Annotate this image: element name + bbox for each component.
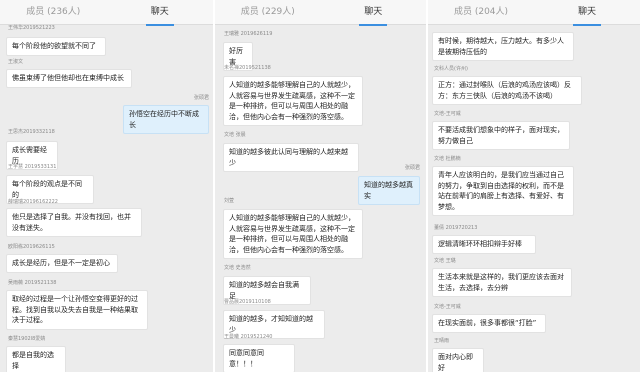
message-bubble: 成长是经历，但是不一定是初心 bbox=[6, 254, 118, 273]
sender-name: 王淑文 bbox=[8, 59, 24, 65]
message-bubble: 人知道的越多能够理解自己的人就越少，人就容易与世界发生疏离感，这种不一定是一种排… bbox=[223, 76, 363, 126]
message-bubble: 面对内心即好 bbox=[432, 348, 484, 372]
sender-name: 秦慧1902l8爱婧 bbox=[8, 336, 46, 342]
message-bubble: 知道的越多彼此认同与理解的人越来越少 bbox=[223, 143, 359, 172]
sender-name: 文培 王璐 bbox=[434, 258, 456, 264]
sender-name: 王瑞雅 2019626119 bbox=[224, 31, 273, 37]
chat-panel-3: 成员 (204人) 聊天 有时候，期待越大，压力越大。有多少人是被期待压低的 文… bbox=[428, 0, 640, 372]
message-bubble: 取经的过程是一个让孙悟空变得更好的过程。找到自我以及失去自我是一种结果取决于过程… bbox=[6, 290, 148, 330]
sender-name: 文培-王可威 bbox=[434, 111, 461, 117]
sender-name: 王晴雨 bbox=[434, 338, 450, 344]
sender-name: 曹品晨2019110108 bbox=[224, 299, 271, 305]
message-bubble: 同意同意同意！！！ bbox=[223, 344, 295, 372]
message-bubble: 都是自我的选择 bbox=[6, 346, 66, 372]
message-bubble: 不要活成我们想象中的样子，面对现实，努力做自己 bbox=[432, 121, 570, 150]
message-bubble: 青年人应该明白的，是我们应当通过自己的努力，争取到自由选择的权利，而不是站在前辈… bbox=[432, 166, 574, 216]
sender-name: 文科人员(许州) bbox=[434, 66, 468, 72]
tab-bar: 成员 (204人) 聊天 bbox=[428, 0, 640, 26]
sender-name: 张硕君 bbox=[193, 95, 209, 101]
sender-name: 王伟华2019521223 bbox=[8, 25, 55, 31]
sender-name: 董倩 2019720213 bbox=[434, 225, 478, 231]
sender-name: 文培 杜鹏楠 bbox=[434, 156, 461, 162]
chat-panel-2: 成员 (229人) 聊天 王瑞雅 2019626119 好厉害 未名禅20195… bbox=[215, 0, 426, 372]
tab-bar: 成员 (229人) 聊天 bbox=[215, 0, 427, 26]
message-bubble: 佛虽束缚了他但他却也在束缚中成长 bbox=[6, 69, 132, 88]
tab-bar: 成员 (236人) 聊天 bbox=[0, 0, 214, 26]
message-bubble: 正方：通过封喉队（后浪的鸡汤应该喝）反方：东方三侠队（后浪的鸡汤不该喝） bbox=[432, 76, 582, 105]
sender-name: 刘萱 bbox=[224, 198, 235, 204]
tab-chat[interactable]: 聊天 bbox=[321, 0, 427, 26]
message-bubble: 逻辑清晰环环相扣辩手好棒 bbox=[432, 235, 536, 254]
sender-name: 薛瑞瑞20196162222 bbox=[8, 199, 58, 205]
tab-chat[interactable]: 聊天 bbox=[107, 0, 214, 26]
sender-name: 张硕君 bbox=[404, 165, 420, 171]
sender-name: 王宇慧 2019533131 bbox=[8, 164, 57, 170]
sender-name: 文培 张晨 bbox=[224, 132, 246, 138]
own-message-bubble: 知道的越多越真实 bbox=[358, 176, 420, 205]
tab-members[interactable]: 成员 (229人) bbox=[215, 0, 321, 25]
sender-name: 文培 史浩然 bbox=[224, 265, 251, 271]
message-bubble: 有时候，期待越大，压力越大。有多少人是被期待压低的 bbox=[432, 32, 574, 61]
screenshot-collage: 成员 (236人) 聊天 王伟华2019521223 每个阶段他的欲望就不同了 … bbox=[0, 0, 640, 372]
sender-name: 未名禅2019521138 bbox=[224, 65, 271, 71]
message-bubble: 他只是选择了自我。并没有找回，也并没有迷失。 bbox=[6, 208, 142, 237]
sender-name: 欧阳栋2019626115 bbox=[8, 244, 55, 250]
sender-name: 文培-王可威 bbox=[434, 304, 461, 310]
message-bubble: 在现实面前，很多事都很“打脸” bbox=[432, 314, 546, 333]
own-message-bubble: 孙悟空在经历中不断成长 bbox=[123, 105, 209, 134]
message-bubble: 人知道的越多能够理解自己的人就越少，人就容易与世界发生疏离感，这种不一定是一种排… bbox=[223, 209, 363, 259]
sender-name: 吴雨薇 2019521138 bbox=[8, 280, 57, 286]
tab-chat[interactable]: 聊天 bbox=[534, 0, 640, 26]
message-bubble: 生活本来就是这样的，我们更应该去面对生活，去选择，去分辨 bbox=[432, 268, 572, 297]
tab-members[interactable]: 成员 (236人) bbox=[0, 0, 107, 25]
message-bubble: 每个阶段他的欲望就不同了 bbox=[6, 37, 106, 56]
tab-members[interactable]: 成员 (204人) bbox=[428, 0, 534, 25]
chat-panel-1: 成员 (236人) 聊天 王伟华2019521223 每个阶段他的欲望就不同了 … bbox=[0, 0, 213, 372]
sender-name: 王思杰2019332118 bbox=[8, 129, 55, 135]
sender-name: 王曼曦 2019521240 bbox=[224, 334, 273, 340]
